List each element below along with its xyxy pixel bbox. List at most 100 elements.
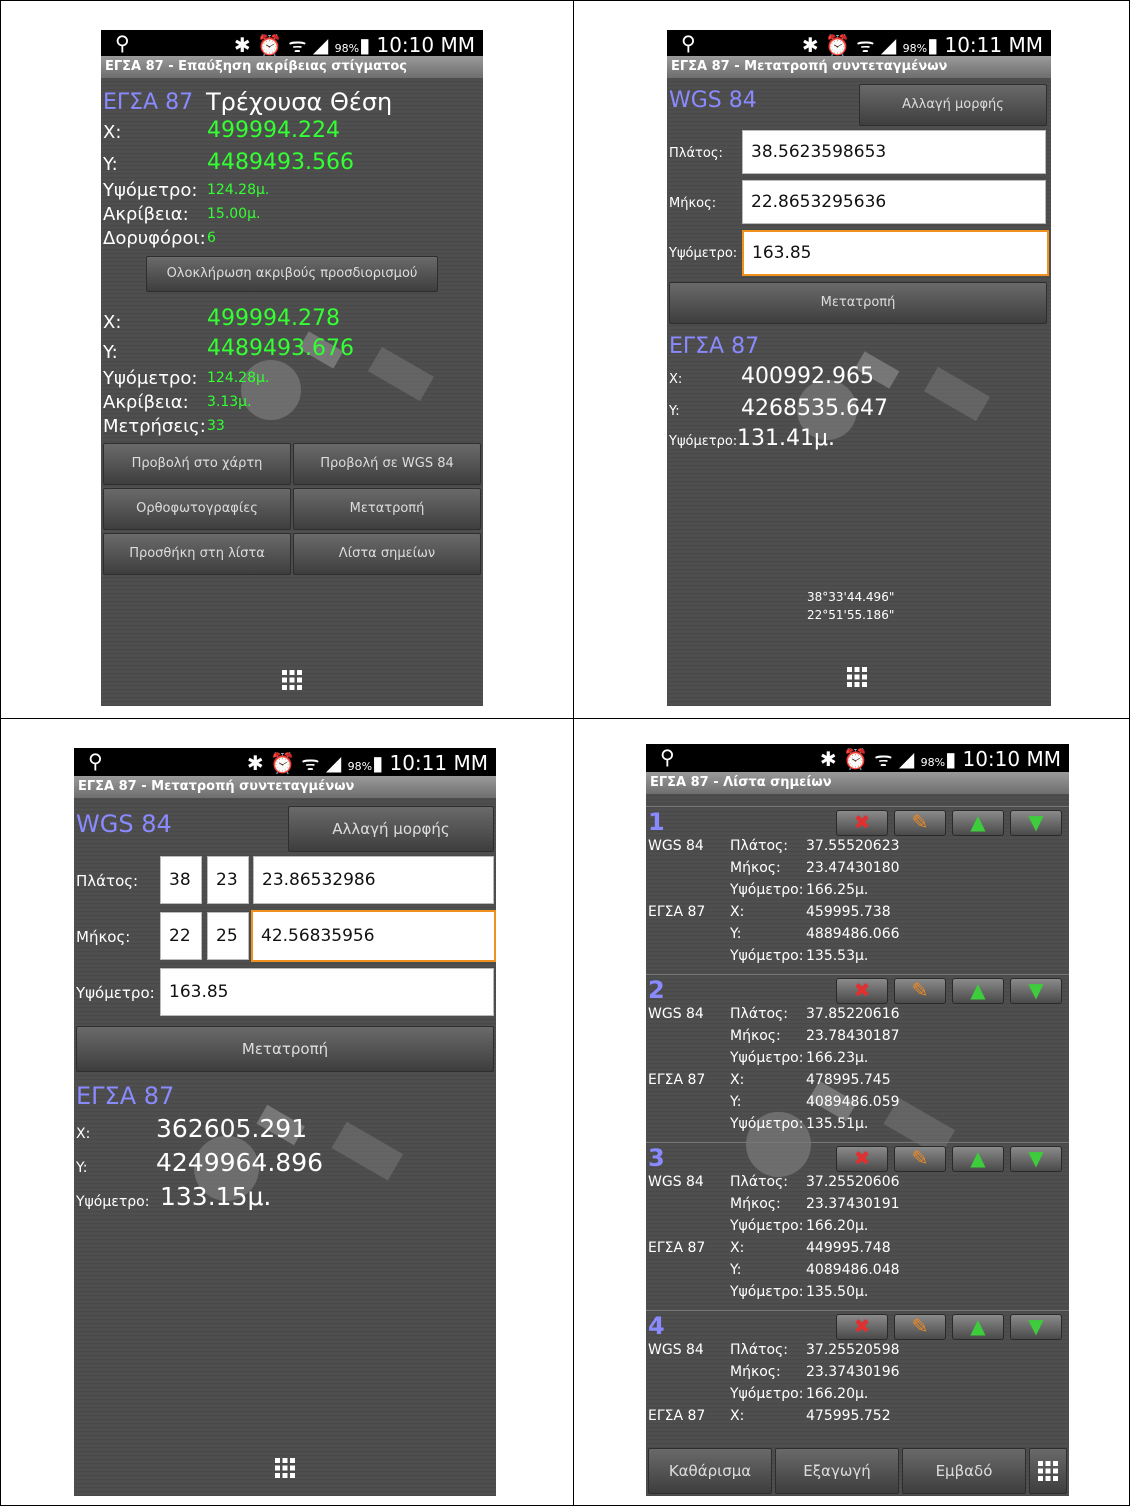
- edit-point-button[interactable]: ✎: [894, 1146, 946, 1172]
- points-list-button[interactable]: Λίστα σημείων: [293, 533, 481, 575]
- move-down-button[interactable]: ▼: [1010, 1146, 1062, 1172]
- convert-button[interactable]: Μετατροπή: [669, 282, 1047, 324]
- app-grid-icon[interactable]: [275, 1458, 295, 1478]
- latitude-label: Πλάτος:: [730, 838, 788, 854]
- arrow-down-icon: ▼: [1028, 1314, 1044, 1338]
- altitude2-label: Υψόμετρο:: [103, 368, 198, 389]
- location-pin-icon: ⚲: [115, 31, 130, 55]
- edit-point-button[interactable]: ✎: [894, 1314, 946, 1340]
- y-value: 4089486.048: [806, 1262, 900, 1278]
- delete-point-button[interactable]: ✖: [836, 1146, 888, 1172]
- x-label: X:: [730, 1240, 745, 1256]
- longitude-label: Μήκος:: [730, 1028, 781, 1044]
- point-number: 3: [648, 1144, 665, 1172]
- longitude-minutes-input[interactable]: 25: [207, 912, 249, 960]
- altitude-egsa-label: Υψόμετρο:: [730, 1116, 804, 1132]
- latitude-degrees-input[interactable]: 38: [160, 856, 202, 904]
- latitude-minutes-input[interactable]: 23: [207, 856, 249, 904]
- result-system-label: ΕΓΣΑ 87: [669, 334, 760, 359]
- move-down-button[interactable]: ▼: [1010, 978, 1062, 1004]
- move-up-button[interactable]: ▲: [952, 978, 1004, 1004]
- orthophotos-button[interactable]: Ορθοφωτογραφίες: [103, 488, 291, 530]
- change-format-button[interactable]: Αλλαγή μορφής: [288, 806, 494, 852]
- latitude-value: 37.25520606: [806, 1174, 900, 1190]
- result-system-label: ΕΓΣΑ 87: [76, 1082, 175, 1110]
- x-value: 459995.738: [806, 904, 891, 920]
- delete-icon: ✖: [853, 1146, 871, 1170]
- point-separator: [646, 806, 1069, 807]
- y-label: Y:: [669, 404, 680, 419]
- arrow-down-icon: ▼: [1028, 810, 1044, 834]
- altitude-input[interactable]: 163.85: [742, 230, 1049, 276]
- altitude-label: Υψόμετρο:: [103, 180, 198, 201]
- y2-value: 4489493.676: [207, 336, 354, 361]
- edit-point-button[interactable]: ✎: [894, 978, 946, 1004]
- arrow-down-icon: ▼: [1028, 978, 1044, 1002]
- latitude-label: Πλάτος:: [730, 1342, 788, 1358]
- longitude-input[interactable]: 22.8653295636: [742, 180, 1046, 224]
- point-separator: [646, 1142, 1069, 1143]
- change-format-button[interactable]: Αλλαγή μορφής: [859, 84, 1047, 126]
- show-on-map-button[interactable]: Προβολή στο χάρτη: [103, 443, 291, 485]
- move-up-button[interactable]: ▲: [952, 1146, 1004, 1172]
- battery-icon: ▮: [927, 33, 939, 57]
- longitude-value: 23.37430196: [806, 1364, 900, 1380]
- convert-button[interactable]: Μετατροπή: [76, 1026, 494, 1072]
- altitude-result: 131.41μ.: [737, 426, 835, 451]
- app-grid-icon[interactable]: [282, 670, 302, 690]
- accuracy2-value: 3.13μ.: [207, 394, 252, 410]
- app-grid-icon[interactable]: [847, 667, 867, 687]
- altitude-result-label: Υψόμετρο:: [76, 1194, 150, 1210]
- altitude-label: Υψόμετρο:: [730, 1386, 804, 1402]
- export-button[interactable]: Εξαγωγή: [775, 1448, 899, 1494]
- x-value: 478995.745: [806, 1072, 891, 1088]
- move-up-button[interactable]: ▲: [952, 1314, 1004, 1340]
- screen-convert-decimal: ⚲ ✱ ⏰ ᯤ ◢ 98%▮ 10:11 MM ΕΓΣΑ 87 - Μετατρ…: [667, 30, 1051, 706]
- move-down-button[interactable]: ▼: [1010, 1314, 1062, 1340]
- delete-point-button[interactable]: ✖: [836, 1314, 888, 1340]
- latitude-label: Πλάτος:: [76, 872, 139, 890]
- add-to-list-button[interactable]: Προσθήκη στη λίστα: [103, 533, 291, 575]
- app-grid-button[interactable]: [1029, 1448, 1067, 1494]
- convert-button[interactable]: Μετατροπή: [293, 488, 481, 530]
- x-result: 362605.291: [156, 1114, 308, 1143]
- move-down-button[interactable]: ▼: [1010, 810, 1062, 836]
- area-button[interactable]: Εμβαδό: [902, 1448, 1026, 1494]
- battery-level: 98%: [347, 760, 373, 773]
- point-number: 2: [648, 976, 665, 1004]
- battery-level: 98%: [334, 42, 360, 55]
- status-bar: ⚲ ✱ ⏰ ᯤ ◢ 98%▮ 10:11 MM: [667, 30, 1051, 57]
- measurements-label: Μετρήσεις:: [103, 416, 206, 437]
- x2-label: X:: [103, 312, 122, 333]
- clock: 10:10 MM: [376, 33, 475, 57]
- move-up-button[interactable]: ▲: [952, 810, 1004, 836]
- battery-level: 98%: [920, 756, 946, 769]
- clear-button[interactable]: Καθάρισμα: [648, 1448, 772, 1494]
- delete-point-button[interactable]: ✖: [836, 978, 888, 1004]
- altitude-value: 166.25μ.: [806, 882, 869, 898]
- edit-point-button[interactable]: ✎: [894, 810, 946, 836]
- delete-point-button[interactable]: ✖: [836, 810, 888, 836]
- x-value: 499994.224: [207, 118, 340, 143]
- longitude-degrees-input[interactable]: 22: [160, 912, 202, 960]
- latitude-label: Πλάτος:: [730, 1174, 788, 1190]
- x-label: X:: [103, 122, 122, 143]
- battery-icon: ▮: [359, 33, 371, 57]
- altitude-input[interactable]: 163.85: [160, 968, 494, 1016]
- y2-label: Y:: [103, 342, 118, 363]
- latitude-value: 37.25520598: [806, 1342, 900, 1358]
- x-label: X:: [730, 1072, 745, 1088]
- arrow-down-icon: ▼: [1028, 1146, 1044, 1170]
- clock: 10:11 MM: [944, 33, 1043, 57]
- dms-longitude: 22°51'55.186": [807, 608, 895, 622]
- latitude-seconds-input[interactable]: 23.86532986: [253, 856, 494, 904]
- show-in-wgs84-button[interactable]: Προβολή σε WGS 84: [293, 443, 481, 485]
- status-icons: ✱ ⏰ ᯤ ◢: [233, 33, 329, 57]
- latitude-value: 37.55520623: [806, 838, 900, 854]
- latitude-input[interactable]: 38.5623598653: [742, 130, 1046, 174]
- altitude-egsa-value: 135.51μ.: [806, 1116, 869, 1132]
- latitude-label: Πλάτος:: [669, 146, 723, 161]
- screen-accuracy: ⚲ ✱ ⏰ ᯤ ◢ 98%▮ 10:10 MM ΕΓΣΑ 87 - Επαύξη…: [101, 30, 483, 706]
- complete-precise-button[interactable]: Ολοκλήρωση ακριβούς προσδιορισμού: [146, 256, 438, 292]
- longitude-seconds-input[interactable]: 42.56835956: [251, 910, 496, 962]
